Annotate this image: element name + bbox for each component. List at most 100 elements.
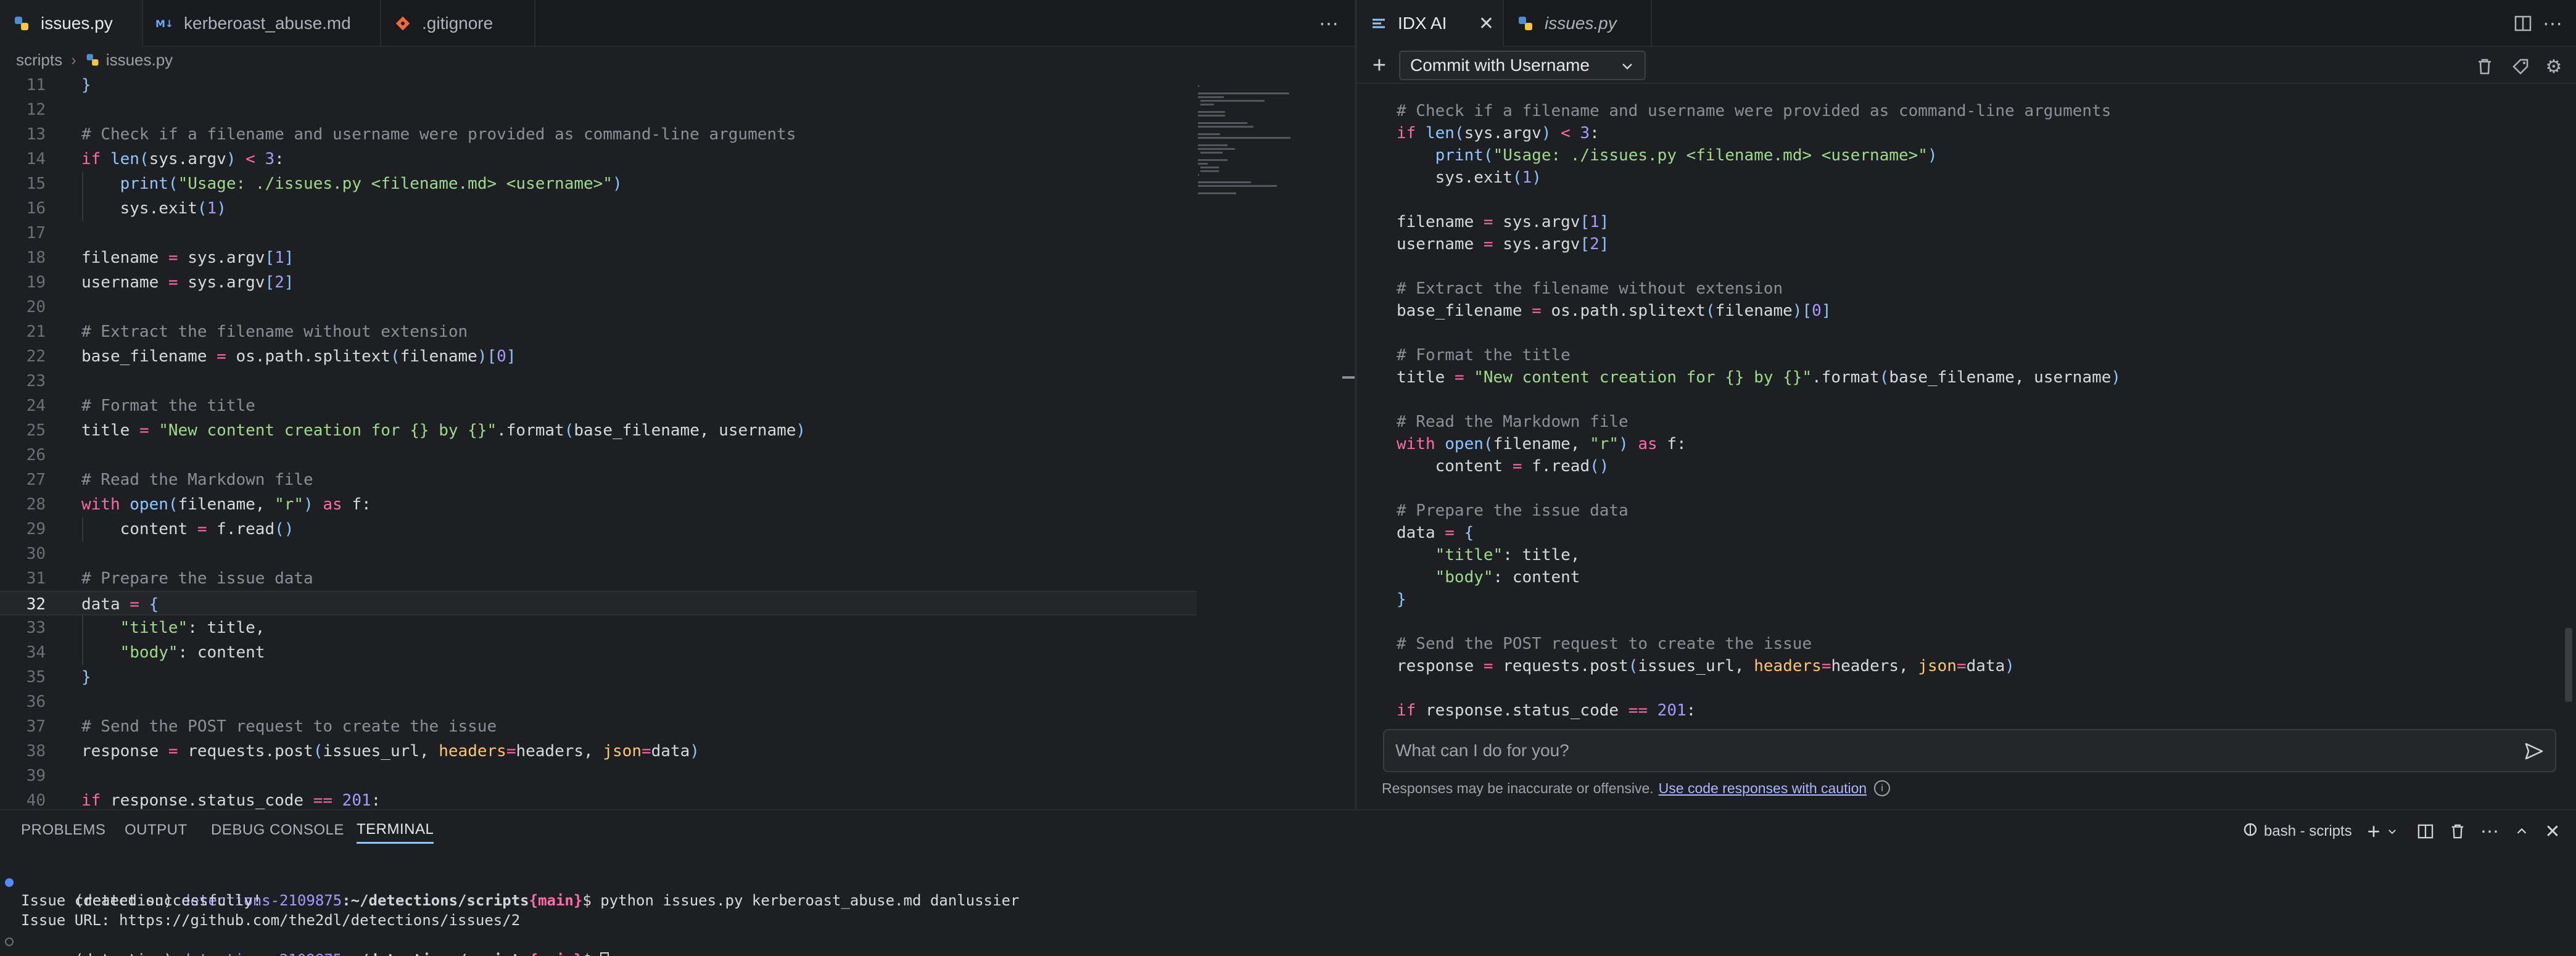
more-actions-icon[interactable]: ⋯ bbox=[2540, 12, 2565, 35]
markdown-icon: M↓ bbox=[155, 14, 174, 33]
gear-icon[interactable]: ⚙ bbox=[2541, 54, 2566, 79]
line-number: 28 bbox=[26, 495, 46, 514]
chevron-down-icon[interactable] bbox=[2385, 819, 2400, 844]
tab-gitignore[interactable]: .gitignore bbox=[381, 0, 535, 47]
code-line[interactable]: 29 content = f.read() bbox=[0, 517, 1197, 542]
code-line[interactable]: 21 # Extract the filename without extensi… bbox=[0, 319, 1197, 344]
code-line[interactable]: 33 "title": title, bbox=[0, 616, 1197, 640]
new-terminal-plus-icon[interactable]: + bbox=[2363, 818, 2385, 844]
split-editor-icon[interactable] bbox=[2511, 12, 2535, 35]
tab-kerberoast-md[interactable]: M↓ kerberoast_abuse.md bbox=[143, 0, 381, 47]
split-terminal-icon[interactable] bbox=[2413, 819, 2438, 844]
terminal-selector[interactable]: bash - scripts bbox=[2243, 818, 2352, 845]
tab-terminal[interactable]: TERMINAL bbox=[357, 817, 434, 844]
minimap-line bbox=[1198, 137, 1290, 139]
tab-debug-console[interactable]: DEBUG CONSOLE bbox=[211, 817, 344, 844]
tab-idx-ai[interactable]: IDX AI ✕ bbox=[1357, 0, 1504, 47]
terminal-host: detections-2109875 bbox=[181, 951, 342, 956]
bottom-panel: PROBLEMS OUTPUT DEBUG CONSOLE TERMINAL b… bbox=[0, 809, 2576, 956]
code-line[interactable]: 17 bbox=[0, 221, 1197, 245]
code-text: print("Usage: ./issues.py <filename.md> … bbox=[120, 175, 622, 193]
code-line[interactable]: 13 # Check if a filename and username wer… bbox=[0, 122, 1197, 147]
tag-icon[interactable] bbox=[2508, 54, 2533, 79]
tab-problems[interactable]: PROBLEMS bbox=[21, 817, 105, 844]
minimap-line bbox=[1198, 174, 1199, 176]
trash-icon[interactable] bbox=[2445, 819, 2470, 844]
ai-code-line: # Prepare the issue data bbox=[1397, 501, 1629, 520]
code-line[interactable]: 18 filename = sys.argv[1] bbox=[0, 245, 1197, 270]
line-number: 24 bbox=[26, 397, 46, 415]
line-number: 31 bbox=[26, 569, 46, 588]
code-line[interactable]: 14 if len(sys.argv) < 3: bbox=[0, 147, 1197, 171]
code-line[interactable]: 30 bbox=[0, 542, 1197, 566]
minimap[interactable] bbox=[1197, 73, 1345, 809]
close-panel-icon[interactable]: ✕ bbox=[2540, 819, 2565, 844]
code-line[interactable]: 24 # Format the title bbox=[0, 394, 1197, 418]
code-text: sys.exit(1) bbox=[120, 199, 226, 218]
info-icon[interactable]: i bbox=[1874, 780, 1891, 796]
tab-issues-py[interactable]: issues.py bbox=[0, 0, 143, 47]
code-line[interactable]: 35} bbox=[0, 665, 1197, 690]
ai-tab-bar: IDX AI ✕ issues.py ⋯ bbox=[1357, 0, 2576, 47]
code-text: # Check if a filename and username were … bbox=[81, 125, 796, 144]
minimap-line bbox=[1198, 133, 1220, 135]
code-line[interactable]: 27 # Read the Markdown file bbox=[0, 468, 1197, 492]
code-line[interactable]: 20 bbox=[0, 295, 1197, 319]
code-line[interactable]: 11} bbox=[0, 73, 1197, 97]
code-line[interactable]: 38 response = requests.post(issues_url, h… bbox=[0, 739, 1197, 764]
tab-label: issues.py bbox=[41, 14, 113, 33]
ai-chat-scrollbar[interactable] bbox=[2565, 628, 2572, 702]
line-number: 11 bbox=[26, 76, 46, 94]
trash-icon[interactable] bbox=[2472, 54, 2497, 79]
more-actions-icon[interactable]: ⋯ bbox=[2477, 819, 2502, 844]
code-line[interactable]: 36 bbox=[0, 690, 1197, 714]
code-line[interactable]: 37 # Send the POST request to create the … bbox=[0, 714, 1197, 739]
code-editor[interactable]: 11} 12 13 # Check if a filename and usernam… bbox=[0, 73, 1197, 809]
code-line[interactable]: 31 # Prepare the issue data bbox=[0, 566, 1197, 591]
maximize-panel-icon[interactable] bbox=[2509, 819, 2534, 844]
more-actions-icon[interactable]: ⋯ bbox=[1316, 12, 1341, 35]
breadcrumb-file[interactable]: issues.py bbox=[106, 51, 173, 70]
new-chat-plus-icon[interactable]: + bbox=[1367, 52, 1392, 78]
minimap-line bbox=[1198, 122, 1247, 124]
ai-prompt-input[interactable]: What can I do for you? bbox=[1383, 729, 2556, 772]
close-icon[interactable]: ✕ bbox=[1479, 13, 1494, 35]
breadcrumb-folder[interactable]: scripts bbox=[16, 51, 62, 70]
ai-code-line bbox=[1397, 477, 2538, 500]
code-text: content = f.read() bbox=[120, 520, 294, 538]
code-line[interactable]: 26 bbox=[0, 443, 1197, 468]
line-number: 18 bbox=[26, 249, 46, 267]
tab-issues-py-preview[interactable]: issues.py bbox=[1504, 0, 1652, 47]
line-number: 37 bbox=[26, 717, 46, 736]
minimap-line bbox=[1198, 144, 1228, 146]
code-line[interactable]: 40 if response.status_code == 201: bbox=[0, 788, 1197, 809]
editor-scrollbar[interactable] bbox=[1342, 73, 1355, 809]
code-line[interactable]: 23 bbox=[0, 369, 1197, 394]
terminal-env: (detection) bbox=[75, 951, 181, 956]
mode-select[interactable]: Commit with Username bbox=[1399, 51, 1646, 80]
python-icon bbox=[1516, 14, 1535, 33]
code-line[interactable]: 32 data = { bbox=[0, 591, 1197, 616]
disclaimer-link[interactable]: Use code responses with caution bbox=[1659, 780, 1867, 797]
indent-guide bbox=[82, 616, 83, 640]
code-line[interactable]: 25 title = "New content creation for {} b… bbox=[0, 418, 1197, 443]
tab-output[interactable]: OUTPUT bbox=[125, 817, 188, 844]
code-line[interactable]: 28 with open(filename, "r") as f: bbox=[0, 492, 1197, 517]
line-number: 23 bbox=[26, 372, 46, 390]
minimap-line bbox=[1198, 148, 1235, 150]
command-status-dot bbox=[5, 878, 14, 887]
code-line[interactable]: 19 username = sys.argv[2] bbox=[0, 270, 1197, 295]
code-text: # Prepare the issue data bbox=[81, 569, 313, 588]
code-line[interactable]: 16 sys.exit(1) bbox=[0, 196, 1197, 221]
chevron-down-icon bbox=[1620, 58, 1635, 78]
code-line[interactable]: 22 base_filename = os.path.splitext(filen… bbox=[0, 344, 1197, 369]
code-line[interactable]: 39 bbox=[0, 764, 1197, 788]
line-number: 34 bbox=[26, 643, 46, 662]
ai-code-line: base_filename = os.path.splitext(filenam… bbox=[1397, 302, 1831, 320]
terminal-name: bash - scripts bbox=[2264, 823, 2352, 839]
code-line[interactable]: 34 "body": content bbox=[0, 640, 1197, 665]
code-line[interactable]: 15 print("Usage: ./issues.py <filename.m… bbox=[0, 171, 1197, 196]
code-line[interactable]: 12 bbox=[0, 97, 1197, 122]
tab-label: IDX AI bbox=[1398, 14, 1447, 33]
send-icon[interactable] bbox=[2524, 741, 2544, 765]
